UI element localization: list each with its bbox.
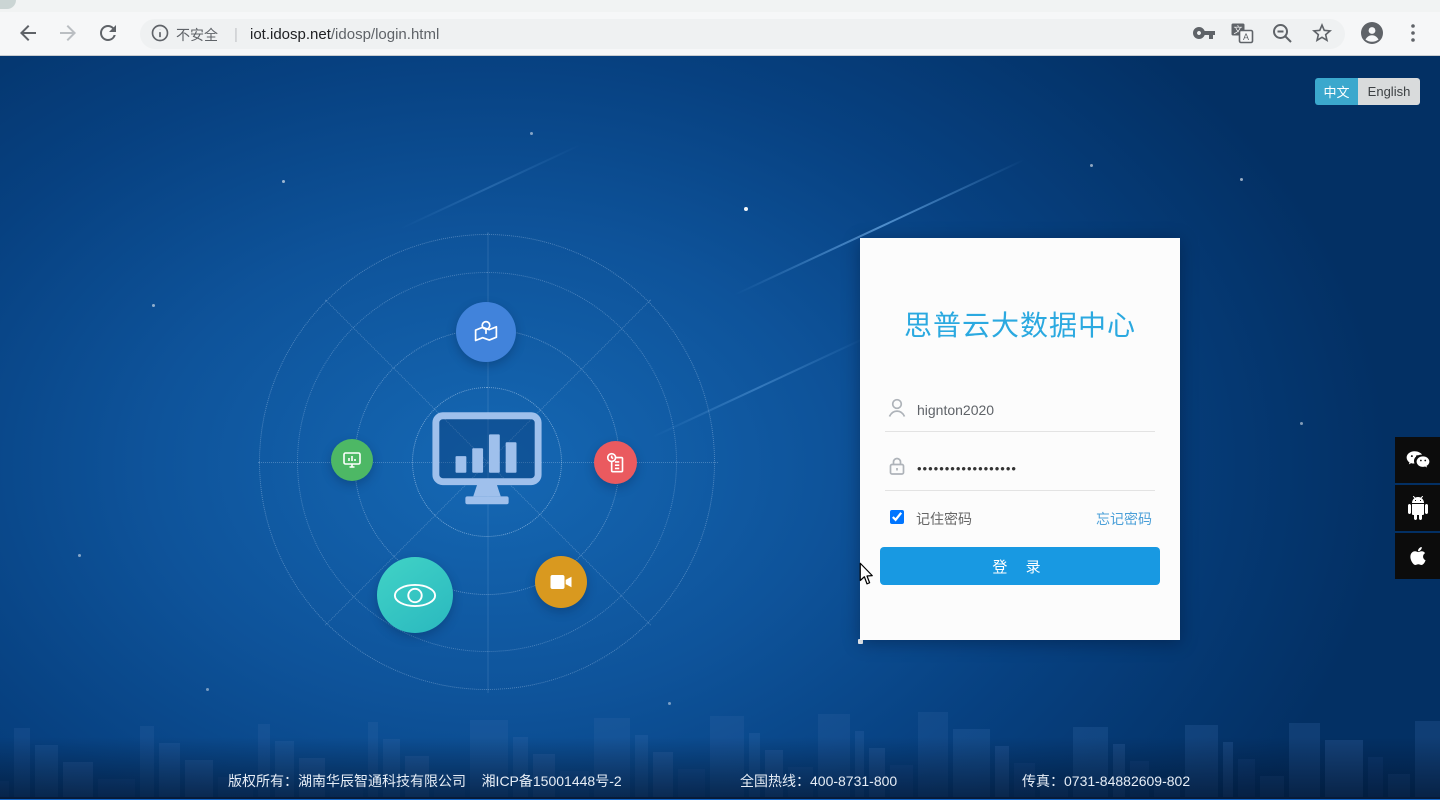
menu-dots-icon[interactable] [1401, 21, 1425, 45]
map-pin-icon [474, 320, 498, 342]
forward-button[interactable] [56, 21, 80, 45]
copyright-text: 版权所有：湖南华辰智通科技有限公司 [228, 773, 466, 789]
star-dot [744, 207, 748, 211]
lang-english-button[interactable]: English [1358, 78, 1420, 105]
star-dot [1300, 422, 1303, 425]
video-camera-icon [550, 575, 572, 589]
wechat-button[interactable] [1395, 437, 1440, 483]
footer-copyright: 版权所有：湖南华辰智通科技有限公司 湘ICP备15001448号-2 [228, 771, 622, 791]
eye-satellite [377, 557, 453, 633]
security-label: 不安全 [176, 27, 218, 43]
star-dot [282, 180, 285, 183]
url-separator: | [234, 26, 238, 43]
password-underline [885, 490, 1155, 491]
map-pin-satellite [456, 302, 516, 362]
star-dot [152, 304, 155, 307]
star-dot [1090, 164, 1093, 167]
back-button[interactable] [16, 21, 40, 45]
light-streak [398, 143, 582, 231]
footer-hotline: 全国热线：400-8731-800 [740, 773, 898, 789]
android-icon [1407, 496, 1428, 520]
star-dot [78, 554, 81, 557]
tab-strip [0, 0, 1440, 12]
info-icon[interactable] [150, 23, 170, 43]
translate-icon[interactable]: 文A [1230, 21, 1254, 45]
apple-button[interactable] [1395, 533, 1440, 579]
bookmark-star-icon[interactable] [1310, 21, 1334, 45]
zoom-out-icon[interactable] [1270, 21, 1294, 45]
user-icon [885, 396, 909, 420]
report-satellite [594, 441, 637, 484]
lang-chinese-button[interactable]: 中文 [1315, 78, 1358, 105]
login-page-background: 中文 English 思普云大数据中心 记住密码 忘记密码 登 录 [0, 56, 1440, 800]
url-path: /idosp/login.html [330, 26, 440, 43]
footer-fax: 传真：0731-84882609-802 [1022, 773, 1191, 789]
browser-chrome: 不安全 | iot.idosp.net/idosp/login.html 文A [0, 0, 1440, 56]
camera-satellite [535, 556, 587, 608]
dashboard-monitor-icon [428, 408, 546, 512]
username-underline [885, 431, 1155, 432]
login-button[interactable]: 登 录 [880, 547, 1160, 585]
username-input[interactable] [917, 399, 1132, 421]
profile-avatar-icon[interactable] [1360, 21, 1384, 45]
password-input[interactable] [917, 457, 1132, 479]
language-toggle: 中文 English [1315, 78, 1420, 105]
star-dot [1240, 178, 1243, 181]
reload-button[interactable] [96, 21, 120, 45]
url-domain: iot.idosp.net [250, 26, 331, 43]
monitor-satellite [331, 439, 373, 481]
forgot-password-link[interactable]: 忘记密码 [1096, 509, 1152, 529]
small-monitor-icon [343, 452, 361, 468]
remember-checkbox[interactable] [890, 510, 904, 524]
url-text[interactable]: iot.idosp.net/idosp/login.html [250, 25, 439, 45]
icp-text: 湘ICP备15001448号-2 [481, 773, 622, 789]
password-key-icon[interactable] [1191, 21, 1215, 45]
page-title: 思普云大数据中心 [903, 310, 1136, 341]
report-clock-icon [606, 452, 623, 472]
remember-label: 记住密码 [916, 511, 972, 527]
login-panel: 思普云大数据中心 记住密码 忘记密码 登 录 [860, 238, 1180, 640]
footer-shade [0, 737, 1440, 797]
eye-icon [393, 583, 437, 607]
star-dot [530, 132, 533, 135]
android-button[interactable] [1395, 485, 1440, 531]
social-dock [1395, 437, 1440, 581]
wechat-icon [1406, 451, 1429, 468]
lock-icon [885, 454, 909, 478]
tab-corner [0, 0, 16, 9]
mouse-cursor [858, 561, 876, 593]
star-dot [206, 688, 209, 691]
apple-icon [1409, 547, 1426, 566]
svg-text:A: A [1243, 32, 1249, 42]
